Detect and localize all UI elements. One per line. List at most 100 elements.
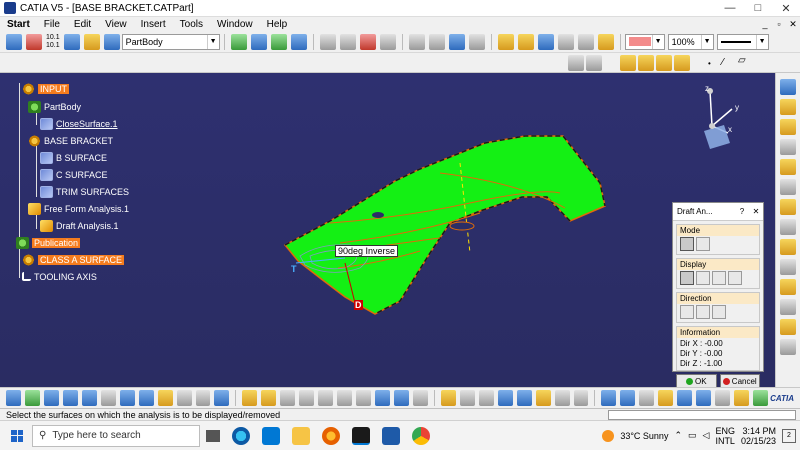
menu-window[interactable]: Window: [210, 19, 260, 30]
tree-tool-icon[interactable]: [63, 33, 80, 50]
bracket-model[interactable]: [0, 73, 775, 387]
lock-direction-icon[interactable]: [712, 305, 726, 319]
compass-direction-icon[interactable]: [680, 305, 694, 319]
3d-compass[interactable]: z y x: [690, 81, 750, 151]
offset-icon[interactable]: [780, 199, 796, 215]
measure-item-icon[interactable]: [516, 390, 532, 406]
print-icon[interactable]: [299, 390, 315, 406]
rotate-view-icon[interactable]: [43, 390, 59, 406]
color-scale-icon[interactable]: [680, 271, 694, 285]
draft-annotation[interactable]: 90deg Inverse: [335, 245, 399, 257]
point-icon[interactable]: [319, 33, 336, 50]
doc-restore-button[interactable]: ▫: [772, 19, 786, 30]
join-icon[interactable]: [780, 219, 796, 235]
multi-view-icon[interactable]: [119, 390, 135, 406]
cursor-icon[interactable]: [696, 271, 710, 285]
ok-button[interactable]: OK: [676, 374, 717, 388]
zoom-combo[interactable]: 100% ▼: [667, 33, 714, 50]
extract-icon[interactable]: [780, 279, 796, 295]
dots-icon[interactable]: [448, 33, 465, 50]
porcupine-icon[interactable]: [734, 390, 750, 406]
snap-icon[interactable]: [428, 33, 445, 50]
menu-insert[interactable]: Insert: [134, 19, 173, 30]
close-button[interactable]: ✕: [772, 2, 800, 15]
language-indicator[interactable]: ENG INTL: [715, 426, 735, 446]
plane-icon[interactable]: [359, 33, 376, 50]
shading-icon[interactable]: [497, 33, 514, 50]
highlight-icon[interactable]: [715, 390, 731, 406]
line-weight-icon[interactable]: ⁄: [722, 57, 724, 68]
pocket-icon[interactable]: [656, 55, 672, 71]
trim-icon[interactable]: [780, 259, 796, 275]
swirl-icon[interactable]: [26, 33, 42, 50]
select-tool-icon[interactable]: [83, 33, 100, 50]
quick-mode-icon[interactable]: [680, 237, 694, 251]
render-icon[interactable]: [597, 33, 614, 50]
windows-start-icon[interactable]: [6, 425, 28, 447]
spotlight-icon[interactable]: [712, 271, 726, 285]
split-icon[interactable]: [780, 239, 796, 255]
partbody-combo[interactable]: PartBody ▼: [121, 33, 220, 50]
pad-icon[interactable]: [638, 55, 654, 71]
close-icon[interactable]: ✕: [749, 207, 763, 216]
menu-start[interactable]: Start: [0, 19, 37, 30]
fly-icon[interactable]: [537, 33, 554, 50]
doc-minimize-button[interactable]: _: [758, 19, 772, 30]
blend-icon[interactable]: [780, 179, 796, 195]
edge-browser-icon[interactable]: [232, 426, 250, 445]
cut-icon[interactable]: [318, 390, 334, 406]
chrome-icon[interactable]: [412, 426, 430, 445]
surface-icon[interactable]: [250, 33, 267, 50]
quick-view-icon[interactable]: [138, 390, 154, 406]
normal-view-icon[interactable]: [100, 390, 116, 406]
mapping-icon[interactable]: [677, 390, 693, 406]
knowledge-icon[interactable]: [459, 390, 475, 406]
fill-icon[interactable]: [780, 159, 796, 175]
paste-icon[interactable]: [356, 390, 372, 406]
generative-icon[interactable]: [290, 33, 307, 50]
store-icon[interactable]: [262, 426, 280, 445]
layer-icon[interactable]: ▱: [738, 55, 746, 66]
sketcher-icon[interactable]: [780, 79, 796, 95]
formula-icon[interactable]: [440, 390, 456, 406]
measure-between-icon[interactable]: [497, 390, 513, 406]
open-icon[interactable]: [261, 390, 277, 406]
file-explorer-icon[interactable]: [292, 426, 310, 445]
grid-icon[interactable]: [408, 33, 425, 50]
doc-close-button[interactable]: ✕: [786, 19, 800, 30]
menu-view[interactable]: View: [98, 19, 134, 30]
swap-icon[interactable]: [586, 55, 602, 71]
revolve-icon[interactable]: [780, 119, 796, 135]
catia-task-icon[interactable]: [352, 426, 370, 445]
cancel-button[interactable]: Cancel: [719, 374, 760, 388]
zoom-out-icon[interactable]: [81, 390, 97, 406]
shaft-icon[interactable]: [674, 55, 690, 71]
pan-icon[interactable]: [24, 390, 40, 406]
extrude-icon[interactable]: [780, 99, 796, 115]
save-icon[interactable]: [280, 390, 296, 406]
full-mode-icon[interactable]: [696, 237, 710, 251]
rotate-icon[interactable]: [780, 339, 796, 355]
distance-analysis-icon[interactable]: [639, 390, 655, 406]
draft-analysis-icon[interactable]: [658, 390, 674, 406]
curve-icon[interactable]: [379, 33, 396, 50]
fit-all-icon[interactable]: [6, 390, 21, 406]
fillet-icon[interactable]: [780, 299, 796, 315]
hide-show-icon[interactable]: [176, 390, 192, 406]
cube-icon[interactable]: [517, 33, 534, 50]
new-icon[interactable]: [242, 390, 258, 406]
system-clock[interactable]: 3:14 PM 02/15/23: [741, 426, 776, 446]
firefox-icon[interactable]: [322, 426, 340, 445]
menu-tools[interactable]: Tools: [173, 19, 210, 30]
copy-icon[interactable]: [337, 390, 353, 406]
connect-icon[interactable]: [468, 33, 485, 50]
eraser-icon[interactable]: [103, 33, 120, 50]
measure-icon[interactable]: [6, 33, 22, 50]
light-bulb-icon[interactable]: [728, 271, 742, 285]
connect-checker-icon[interactable]: [620, 390, 636, 406]
hide-icon[interactable]: [568, 55, 584, 71]
3d-viewport[interactable]: INPUT PartBody CloseSurface.1 BASE BRACK…: [0, 73, 775, 387]
taskbar-search[interactable]: ⚲ Type here to search: [32, 424, 200, 447]
swap-space-icon[interactable]: [195, 390, 211, 406]
iso-view-icon[interactable]: [577, 33, 594, 50]
